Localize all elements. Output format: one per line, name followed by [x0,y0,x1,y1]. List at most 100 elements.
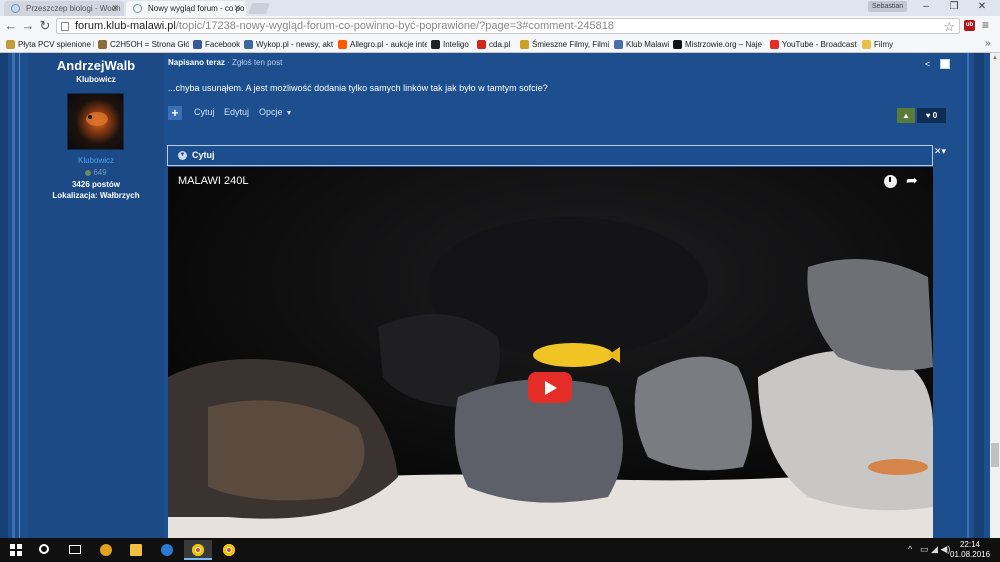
bookmark-favicon-icon [770,40,779,49]
browser-menu-icon[interactable]: ≡ [982,18,989,32]
page-frame-right [974,53,984,538]
bookmark-item[interactable]: Mistrzowie.org – Naje [673,38,762,51]
taskbar-app-blue-button[interactable] [153,540,181,560]
close-icon[interactable]: ✕ [233,1,241,16]
page-scrollbar[interactable]: ▲ [990,53,1000,538]
edit-button[interactable]: Edytuj [224,107,249,117]
play-button[interactable] [528,372,572,403]
quote-label: Cytuj [192,150,215,160]
page-frame-line [19,53,20,538]
author-group: Klubowicz [77,156,114,165]
reaction-count[interactable]: ♥ 0 [917,108,946,123]
bookmark-favicon-icon [673,40,682,49]
quote-button[interactable]: Cytuj [194,107,215,117]
quote-controls-icon[interactable]: ✕▾ [934,146,946,157]
bookmark-item[interactable]: Wykop.pl - newsy, akt [244,38,333,51]
start-icon [10,544,22,556]
back-icon[interactable]: ← [3,18,19,34]
page-frame-left [0,53,8,538]
reload-icon[interactable]: ↻ [37,18,53,34]
bookmark-favicon-icon [431,40,440,49]
collapse-icon[interactable]: ▼ [178,151,187,160]
video-title: MALAWI 240L [178,175,249,187]
bookmark-item[interactable]: cda.pl [477,38,510,51]
tab-przeszczep[interactable]: Przeszczep biologi - Wodn ✕ [4,1,124,16]
taskbar-chrome-2-button[interactable] [215,540,243,560]
bookmark-item[interactable]: Płyta PCV spienione k [6,38,94,51]
bookmark-label: Płyta PCV spienione k [18,40,94,49]
url-host: forum.klub-malawi.pl [75,20,176,32]
share-icon[interactable]: < [925,59,930,69]
new-tab-button[interactable] [247,3,271,14]
bookmark-star-icon[interactable]: ☆ [943,19,955,34]
tab-nowy-wyglad[interactable]: Nowy wygląd forum - co po ✕ [126,1,246,16]
watch-later-icon[interactable] [884,175,897,188]
meta-separator: · [227,58,230,67]
bookmark-item[interactable]: Inteligo [431,38,469,51]
scroll-thumb[interactable] [991,443,999,467]
url-text[interactable]: forum.klub-malawi.pl/topic/17238-nowy-wy… [75,19,614,34]
ublock-extension-icon[interactable]: ub [964,20,975,31]
quote-header[interactable]: ▼ Cytuj [167,145,933,166]
taskbar: ^ ▭ ◢ ◀) 22:14 01.08.2016 [0,538,1000,562]
options-label: Opcje [259,107,283,117]
forward-icon[interactable]: → [20,18,36,34]
bookmark-favicon-icon [862,40,871,49]
bookmark-item[interactable]: Filmy [862,38,893,51]
maximize-button[interactable]: ❐ [940,0,968,14]
taskbar-search-button[interactable] [31,540,59,560]
bookmark-item[interactable]: Allegro.pl - aukcje inte [338,38,427,51]
options-menu-button[interactable]: Opcje ▼ [259,107,292,117]
tray-chevron-icon[interactable]: ^ [908,544,912,554]
taskbar-chrome-button[interactable] [184,540,212,560]
bookmark-item[interactable]: Śmieszne Filmy, Filmi [520,38,609,51]
tab-strip: Przeszczep biologi - Wodn ✕ Nowy wygląd … [0,0,1000,16]
profile-chip[interactable]: Sebastian [868,1,908,12]
taskbar-app-color-button[interactable] [92,540,120,560]
upvote-button[interactable]: ▲ [897,108,915,123]
bookmark-label: Wykop.pl - newsy, akt [256,40,334,49]
bookmark-favicon-icon [98,40,107,49]
app-color-icon [100,544,112,556]
bookmark-favicon-icon [614,40,623,49]
bookmark-label: Inteligo [443,40,469,49]
tray-icons[interactable]: ▭ ◢ ◀) [920,544,950,555]
bookmark-label: Allegro.pl - aukcje inte [350,40,427,49]
reputation-value: 649 [93,168,107,177]
system-clock[interactable]: 22:14 01.08.2016 [950,540,990,560]
clock-time: 22:14 [959,540,981,549]
forum-page: AndrzejWalb Klubowicz Klubowicz 649 3426… [0,53,990,538]
task-view-icon [69,545,81,554]
bookmark-label: YouTube - Broadcast [782,40,857,49]
bookmark-label: Mistrzowie.org – Naje [685,40,762,49]
reputation-icon [85,169,92,176]
post-body: ...chyba usunąłem. A jest możliwość doda… [168,83,548,93]
close-icon[interactable]: ✕ [111,1,119,16]
minimize-button[interactable]: – [912,0,940,14]
taskbar-task-view-button[interactable] [61,540,89,560]
author-rank: Klubowicz [76,75,116,84]
bookmark-item[interactable]: Facebook [193,38,240,51]
taskbar-explorer-button[interactable] [122,540,150,560]
avatar[interactable] [67,93,124,150]
reaction-count-value: 0 [932,111,938,120]
bookmark-item[interactable]: C2H5OH = Strona Głó [98,38,189,51]
bookmark-item[interactable]: Klub Malawi [614,38,669,51]
report-post-link[interactable]: Zgłoś ten post [232,58,282,67]
author-panel: AndrzejWalb Klubowicz Klubowicz 649 3426… [28,53,164,538]
page-frame-line [12,53,15,538]
author-name[interactable]: AndrzejWalb [28,58,164,73]
scroll-up-icon[interactable]: ▲ [990,53,1000,63]
window-close-button[interactable]: ✕ [968,0,996,14]
address-bar[interactable]: forum.klub-malawi.pl/topic/17238-nowy-wy… [56,18,960,34]
multiquote-plus-button[interactable]: + [168,106,182,120]
video-share-icon[interactable]: ➦ [906,172,918,189]
embedded-video[interactable]: MALAWI 240L ➦ [168,167,933,538]
bookmark-label: Facebook [205,40,240,49]
page-icon [61,22,69,31]
heart-icon: ♥ [925,111,931,120]
taskbar-start-button[interactable] [2,540,30,560]
bookmarks-overflow-icon[interactable]: » [985,38,991,49]
bookmark-item[interactable]: YouTube - Broadcast [770,38,857,51]
select-post-checkbox[interactable] [940,59,950,69]
